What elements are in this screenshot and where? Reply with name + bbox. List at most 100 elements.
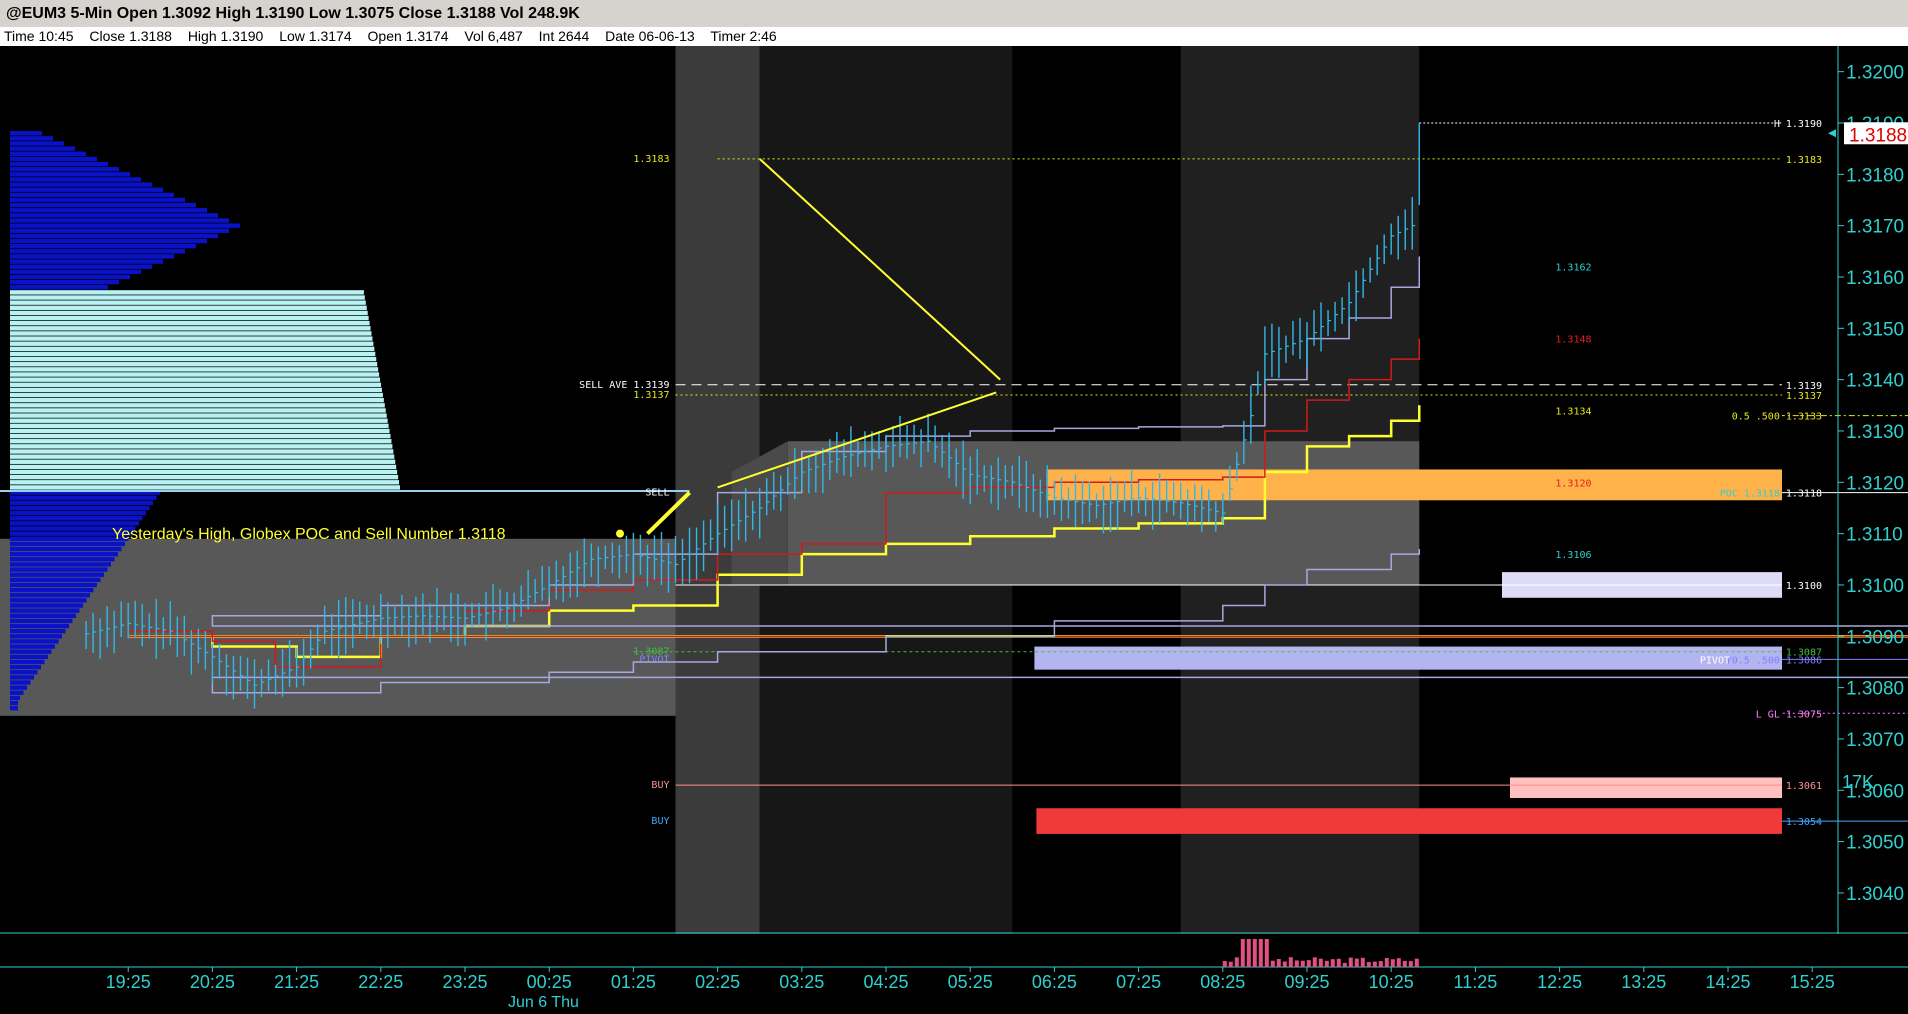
level-right-label-4: 0.5 .500 1.3133 (1732, 412, 1822, 423)
profile-row-value-area (10, 485, 400, 490)
time-tick-label-12: 06:25 (1032, 972, 1077, 992)
time-tick-label-2: 20:25 (190, 972, 235, 992)
volume-bar (1414, 958, 1419, 967)
profile-row-value-area (10, 367, 379, 372)
profile-row-lower (10, 670, 38, 675)
profile-row-lower (10, 664, 41, 670)
profile-row-lower (10, 557, 115, 562)
profile-row-value-area (10, 300, 366, 305)
annotation-dot (616, 529, 624, 538)
time-tick-label-11: 05:25 (948, 972, 993, 992)
profile-row-value-area (10, 310, 368, 316)
volume-bar (1270, 960, 1275, 967)
volume-bar (1282, 961, 1287, 967)
profile-row-value-area (10, 372, 380, 377)
level-right-label-5: 1.3118 (1786, 489, 1822, 500)
price-chart[interactable]: H 1.31901.31831.31831.3139SELL AVE 1.313… (0, 46, 1908, 1014)
profile-row-value-area (10, 418, 388, 423)
profile-row-upper (10, 213, 218, 218)
profile-row-upper (10, 151, 86, 156)
volume-bar (1264, 939, 1269, 967)
price-tick-label-5: 1.3090 (1846, 627, 1904, 648)
profile-row-value-area (10, 413, 387, 418)
info-time: Time 10:45 (4, 28, 74, 44)
time-tick-label-6: 00:25 (527, 972, 572, 992)
profile-row-lower (10, 603, 83, 608)
volume-bar (1384, 957, 1389, 967)
price-tick-label-14: 1.3180 (1846, 165, 1904, 186)
profile-row-upper (10, 243, 196, 249)
profile-row-lower (10, 577, 101, 583)
zone-label-4: 1.3106 (1555, 550, 1591, 561)
time-tick-label-9: 03:25 (779, 972, 824, 992)
zone-poc-band (1046, 469, 1782, 501)
profile-row-lower (10, 495, 157, 500)
price-tick-label-16: 1.3200 (1846, 63, 1904, 84)
volume-bar (1318, 958, 1323, 967)
profile-row-value-area (10, 449, 394, 454)
profile-row-value-area (10, 305, 367, 310)
info-open: Open 1.3174 (367, 28, 449, 44)
volume-bar (1390, 959, 1395, 967)
info-int: Int 2644 (538, 28, 590, 44)
profile-row-lower (10, 521, 139, 526)
info-high: High 1.3190 (187, 28, 264, 44)
profile-row-upper (10, 172, 130, 177)
profile-row-lower (10, 567, 108, 572)
level-right-label-9: L GL 1.3075 (1756, 709, 1822, 720)
volume-bar (1396, 958, 1401, 967)
time-tick-label-18: 12:25 (1537, 972, 1582, 992)
profile-row-lower (10, 628, 66, 634)
profile-row-value-area (10, 469, 398, 475)
time-tick-label-10: 04:25 (863, 972, 908, 992)
volume-bar (1330, 959, 1335, 967)
poc-zone-label: POC 1.3118 (1720, 489, 1780, 500)
profile-row-upper (10, 161, 108, 167)
profile-row-lower (10, 705, 18, 711)
profile-row-value-area (10, 480, 400, 485)
profile-row-value-area (10, 459, 396, 464)
time-tick-label-13: 07:25 (1116, 972, 1161, 992)
profile-row-lower (10, 510, 146, 516)
profile-row-lower (10, 500, 153, 506)
profile-row-lower (10, 551, 118, 557)
profile-row-value-area (10, 346, 375, 352)
pivot-zone-label: PIVOT (1700, 655, 1730, 666)
level-right-label-6: 1.3100 (1786, 581, 1822, 592)
time-tick-label-3: 21:25 (274, 972, 319, 992)
profile-row-upper (10, 141, 64, 146)
profile-row-upper (10, 264, 152, 269)
price-tick-label-3: 1.3070 (1846, 730, 1904, 751)
profile-row-upper (10, 197, 185, 203)
profile-row-upper (10, 187, 163, 192)
price-tick-label-0: 1.3040 (1846, 884, 1904, 905)
profile-row-upper (10, 131, 42, 136)
price-tick-label-8: 1.3120 (1846, 473, 1904, 494)
profile-row-upper (10, 146, 75, 151)
volume-bar (1360, 957, 1365, 967)
profile-row-value-area (10, 444, 393, 449)
level-right-label-8: Y0.5 .500 1.3086 (1726, 655, 1822, 666)
level-right-label-1: 1.3183 (1786, 155, 1822, 166)
volume-bar (1276, 959, 1281, 967)
bar-info-strip: Time 10:45 Close 1.3188 High 1.3190 Low … (0, 27, 1908, 46)
volume-axis-label: 17K (1842, 772, 1874, 792)
profile-row-lower (10, 562, 111, 567)
volume-bar (1348, 957, 1353, 967)
volume-bar (1378, 961, 1383, 967)
time-tick-label-21: 15:25 (1790, 972, 1835, 992)
profile-row-value-area (10, 331, 372, 336)
time-tick-label-7: 01:25 (611, 972, 656, 992)
profile-row-value-area (10, 326, 371, 331)
profile-row-lower (10, 536, 129, 541)
volume-bar (1324, 960, 1329, 967)
profile-row-value-area (10, 464, 397, 470)
level-left-label-5: SELL (645, 488, 669, 499)
profile-row-upper (10, 218, 229, 223)
volume-bar (1300, 960, 1305, 967)
time-tick-label-15: 09:25 (1284, 972, 1329, 992)
profile-row-upper (10, 269, 141, 275)
profile-row-lower (10, 623, 69, 629)
profile-row-value-area (10, 290, 364, 295)
profile-row-value-area (10, 423, 389, 429)
